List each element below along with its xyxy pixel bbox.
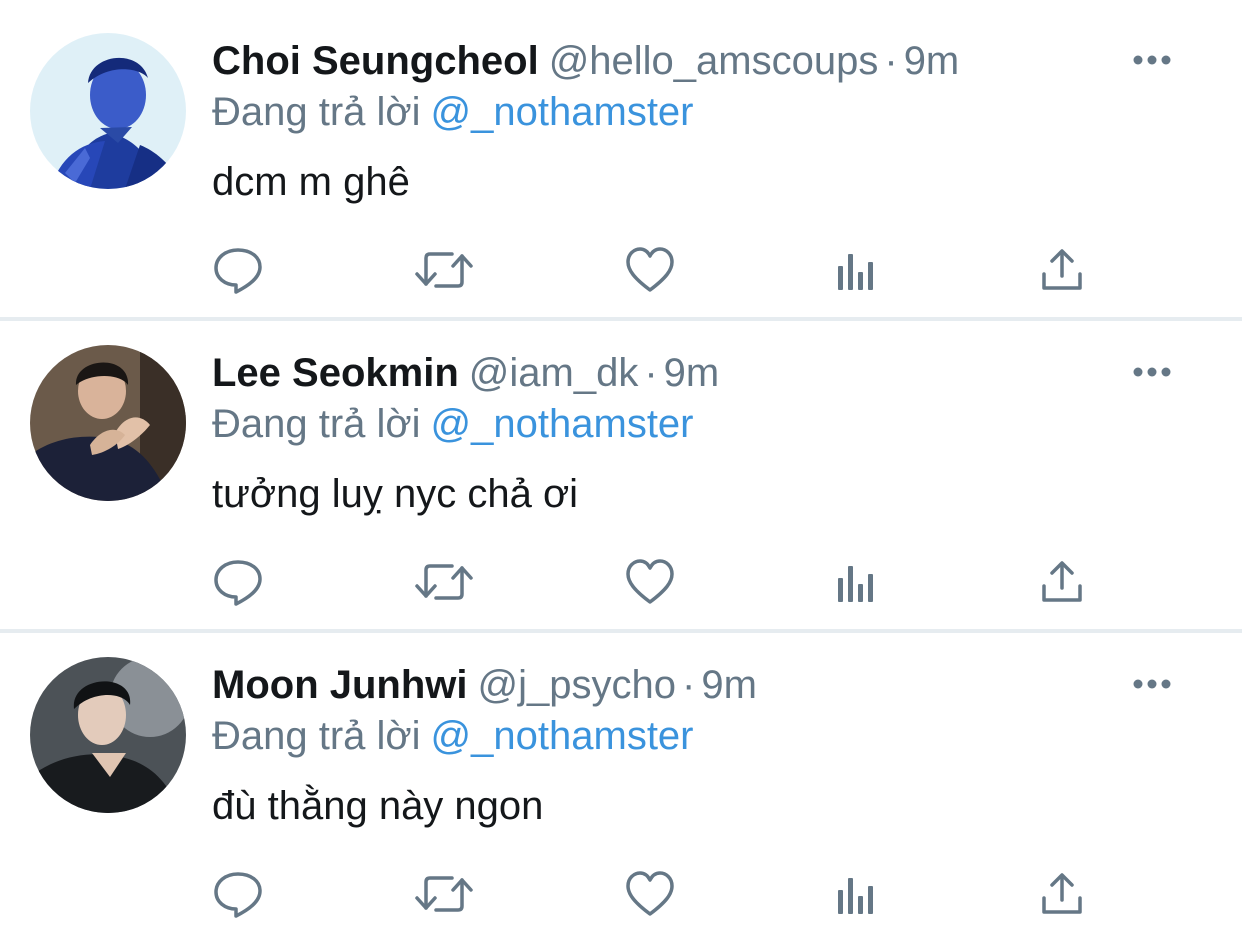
handle[interactable]: @j_psycho — [478, 663, 676, 707]
tweet-text: dcm m ghê — [212, 160, 410, 204]
timestamp[interactable]: 9m — [664, 351, 720, 395]
stats-icon[interactable] — [830, 556, 882, 608]
reply-icon[interactable] — [212, 556, 264, 608]
reply-target-link[interactable]: @_nothamster — [431, 714, 694, 758]
replying-to-label: Đang trả lời — [212, 90, 421, 134]
timestamp[interactable]: 9m — [904, 39, 960, 83]
tweet[interactable]: Lee Seokmin @iam_dk · 9m Đang trả lời @_noth… — [0, 312, 1242, 624]
avatar[interactable] — [30, 657, 186, 813]
tweet[interactable]: Choi Seungcheol @hello_amscoups · 9m Đang t… — [0, 0, 1242, 312]
replying-to: Đang trả lời @_nothamster — [212, 713, 694, 759]
retweet-icon[interactable] — [414, 868, 473, 920]
tweet-feed: Choi Seungcheol @hello_amscoups · 9m Đang t… — [0, 0, 1242, 942]
reply-icon[interactable] — [212, 244, 264, 296]
separator: · — [884, 39, 898, 83]
tweet-header: Lee Seokmin @iam_dk · 9m — [212, 350, 719, 396]
action-bar — [212, 556, 1092, 608]
reply-icon[interactable] — [212, 868, 264, 920]
display-name[interactable]: Moon Junhwi — [212, 663, 468, 707]
action-bar — [212, 868, 1092, 920]
more-options-icon[interactable] — [1132, 362, 1172, 382]
like-icon[interactable] — [624, 868, 676, 920]
replying-to-label: Đang trả lời — [212, 714, 421, 758]
more-options-icon[interactable] — [1132, 50, 1172, 70]
avatar-dark-portrait-icon — [30, 345, 186, 501]
share-icon[interactable] — [1036, 244, 1088, 296]
display-name[interactable]: Lee Seokmin — [212, 351, 459, 395]
share-icon[interactable] — [1036, 868, 1088, 920]
handle[interactable]: @iam_dk — [469, 351, 639, 395]
more-options-icon[interactable] — [1132, 674, 1172, 694]
tweet-text: đù thằng này ngon — [212, 784, 544, 828]
handle[interactable]: @hello_amscoups — [549, 39, 879, 83]
tweet-header: Choi Seungcheol @hello_amscoups · 9m — [212, 38, 959, 84]
display-name[interactable]: Choi Seungcheol — [212, 39, 539, 83]
replying-to: Đang trả lời @_nothamster — [212, 89, 694, 135]
reply-target-link[interactable]: @_nothamster — [431, 402, 694, 446]
retweet-icon[interactable] — [414, 244, 473, 296]
stats-icon[interactable] — [830, 868, 882, 920]
retweet-icon[interactable] — [414, 556, 473, 608]
action-bar — [212, 244, 1092, 296]
replying-to: Đang trả lời @_nothamster — [212, 401, 694, 447]
stats-icon[interactable] — [830, 244, 882, 296]
share-icon[interactable] — [1036, 556, 1088, 608]
separator: · — [644, 351, 658, 395]
separator: · — [682, 663, 696, 707]
timestamp[interactable]: 9m — [701, 663, 757, 707]
reply-target-link[interactable]: @_nothamster — [431, 90, 694, 134]
tweet[interactable]: Moon Junhwi @j_psycho · 9m Đang trả lời @_no… — [0, 624, 1242, 936]
avatar[interactable] — [30, 345, 186, 501]
avatar-grey-portrait-icon — [30, 657, 186, 813]
like-icon[interactable] — [624, 556, 676, 608]
like-icon[interactable] — [624, 244, 676, 296]
avatar[interactable] — [30, 33, 186, 189]
replying-to-label: Đang trả lời — [212, 402, 421, 446]
avatar-blue-tone-portrait-icon — [30, 33, 186, 189]
tweet-header: Moon Junhwi @j_psycho · 9m — [212, 662, 757, 708]
tweet-text: tưởng luỵ nyc chả ơi — [212, 472, 579, 516]
